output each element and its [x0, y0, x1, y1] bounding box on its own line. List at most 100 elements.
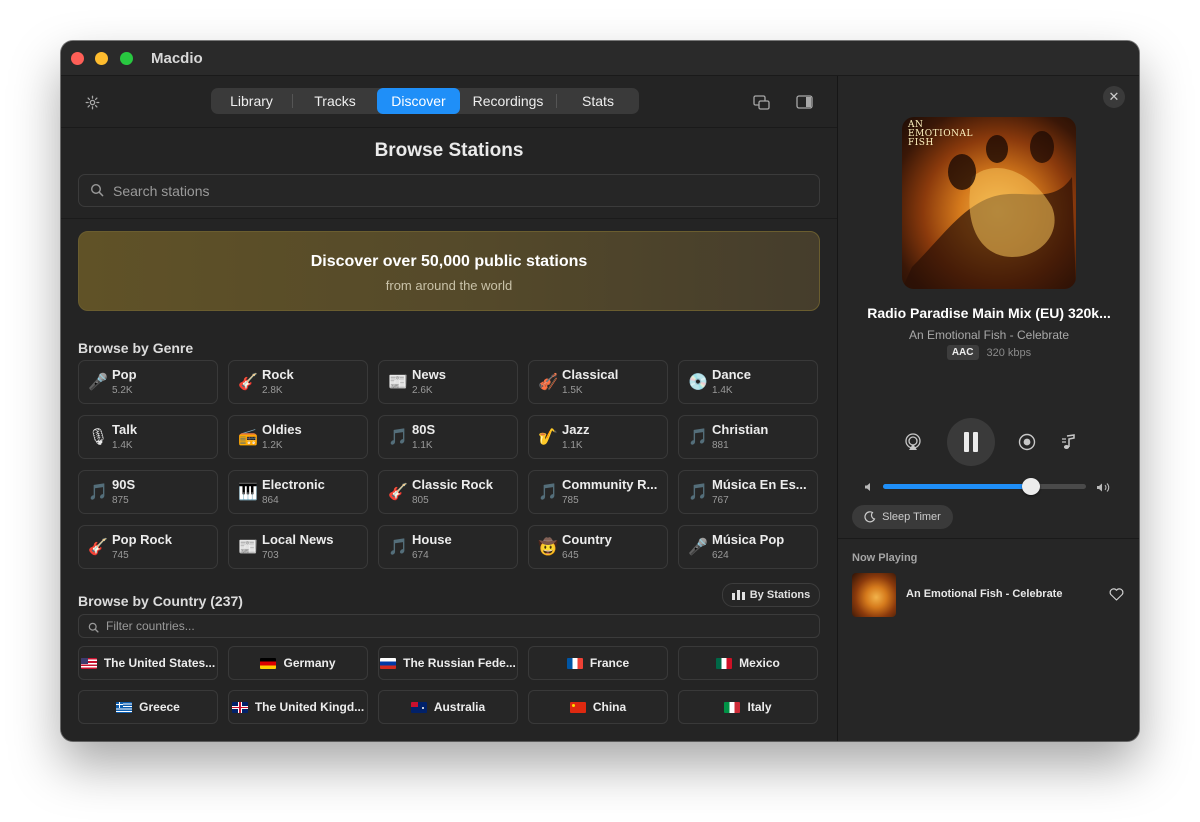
genre-count: 875: [112, 495, 129, 506]
country-card[interactable]: The United Kingd...: [228, 690, 368, 724]
sort-label: By Stations: [749, 589, 811, 601]
country-name: Australia: [433, 700, 486, 714]
stream-info: AAC 320 kbps: [838, 345, 1139, 360]
search-placeholder: Search stations: [113, 183, 210, 199]
filter-placeholder: Filter countries...: [106, 619, 195, 633]
genre-card[interactable]: 🎸 Pop Rock 745: [78, 525, 218, 569]
genre-icon: 🎵: [88, 484, 108, 501]
tab-recordings[interactable]: Recordings: [460, 88, 556, 114]
sleep-timer-label: Sleep Timer: [882, 511, 941, 523]
divider: [61, 218, 837, 219]
genre-name: Christian: [712, 422, 769, 437]
genre-card[interactable]: 🤠 Country 645: [528, 525, 668, 569]
gear-icon[interactable]: [83, 93, 101, 111]
zoom-window-button[interactable]: [120, 52, 133, 65]
player-pane: ✕ AN EMOTIONAL FISH Radio Paradise Main …: [837, 76, 1139, 741]
genre-count: 864: [262, 495, 279, 506]
genre-card[interactable]: 🎤 Música Pop 624: [678, 525, 818, 569]
search-input[interactable]: Search stations: [78, 174, 820, 207]
genre-name: House: [412, 532, 452, 547]
page-title: Browse Stations: [374, 140, 524, 161]
genre-count: 645: [562, 550, 579, 561]
tab-stats[interactable]: Stats: [557, 88, 639, 114]
genre-card[interactable]: 🎵 House 674: [378, 525, 518, 569]
genre-card[interactable]: 🎻 Classical 1.5K: [528, 360, 668, 404]
genre-card[interactable]: 🎵 Música En Es... 767: [678, 470, 818, 514]
country-card[interactable]: France: [528, 646, 668, 680]
app-window: Macdio Library Tracks Discover Recording…: [61, 41, 1139, 741]
station-title: Radio Paradise Main Mix (EU) 320k...: [867, 305, 1111, 321]
genre-card[interactable]: 🎷 Jazz 1.1K: [528, 415, 668, 459]
sidebar-toggle-icon[interactable]: [794, 92, 814, 112]
genre-card[interactable]: 🎤 Pop 5.2K: [78, 360, 218, 404]
genre-icon: 🎵: [388, 539, 408, 556]
genre-icon: 📰: [388, 374, 408, 391]
country-card[interactable]: Mexico: [678, 646, 818, 680]
album-art-title: AN EMOTIONAL FISH: [908, 120, 973, 148]
genre-name: Música Pop: [712, 532, 785, 547]
tab-library[interactable]: Library: [211, 88, 292, 114]
genre-card[interactable]: 🎵 80S 1.1K: [378, 415, 518, 459]
codec-badge: AAC: [946, 345, 979, 360]
discover-banner[interactable]: Discover over 50,000 public stations fro…: [78, 231, 820, 311]
genre-card[interactable]: 🎵 Christian 881: [678, 415, 818, 459]
now-playing-thumbnail: [852, 573, 896, 617]
genre-name: Pop Rock: [112, 532, 172, 547]
country-card[interactable]: Italy: [678, 690, 818, 724]
sort-by-stations-button[interactable]: By Stations: [722, 583, 820, 607]
flag-icon: [716, 657, 733, 669]
title-bar: Macdio: [61, 41, 1139, 76]
genre-card[interactable]: 📻 Oldies 1.2K: [228, 415, 368, 459]
country-card[interactable]: Germany: [228, 646, 368, 680]
genre-card[interactable]: 🎹 Electronic 864: [228, 470, 368, 514]
now-playing-track: An Emotional Fish - Celebrate: [906, 588, 1063, 600]
genre-card[interactable]: 💿 Dance 1.4K: [678, 360, 818, 404]
genre-icon: 🎸: [238, 374, 258, 391]
mini-player-icon[interactable]: [751, 92, 771, 112]
tab-discover[interactable]: Discover: [377, 88, 460, 114]
genre-card[interactable]: 🎵 90S 875: [78, 470, 218, 514]
country-card[interactable]: China: [528, 690, 668, 724]
genre-name: Pop: [112, 367, 137, 382]
minimize-window-button[interactable]: [95, 52, 108, 65]
moon-icon: [864, 511, 876, 523]
genre-card[interactable]: 🎸 Classic Rock 805: [378, 470, 518, 514]
volume-high-icon: [1094, 479, 1112, 495]
genre-card[interactable]: 📰 Local News 703: [228, 525, 368, 569]
genre-card[interactable]: 🎵 Community R... 785: [528, 470, 668, 514]
genre-icon: 📰: [238, 539, 258, 556]
close-window-button[interactable]: [71, 52, 84, 65]
country-card[interactable]: The Russian Fede...: [378, 646, 518, 680]
genre-name: Electronic: [262, 477, 325, 492]
genre-card[interactable]: 🎸 Rock 2.8K: [228, 360, 368, 404]
sleep-timer-button[interactable]: Sleep Timer: [852, 505, 953, 529]
country-name: China: [592, 700, 627, 714]
country-card[interactable]: The United States...: [78, 646, 218, 680]
genre-icon: 🎵: [538, 484, 558, 501]
genre-section-title: Browse by Genre: [78, 340, 194, 356]
country-filter-input[interactable]: Filter countries...: [78, 614, 820, 638]
country-name: Germany: [283, 656, 336, 670]
heart-icon[interactable]: [1105, 583, 1127, 605]
close-icon[interactable]: ✕: [1103, 86, 1125, 108]
country-card[interactable]: Greece: [78, 690, 218, 724]
genre-card[interactable]: 📰 News 2.6K: [378, 360, 518, 404]
toolbar: Library Tracks Discover Recordings Stats: [61, 76, 837, 128]
volume-fill: [883, 484, 1032, 489]
genre-name: 80S: [412, 422, 436, 437]
genre-card[interactable]: 🎙 Talk 1.4K: [78, 415, 218, 459]
music-note-icon[interactable]: [1058, 432, 1078, 452]
volume-knob[interactable]: [1022, 478, 1041, 495]
airplay-icon[interactable]: [903, 432, 923, 452]
now-playing-item[interactable]: An Emotional Fish - Celebrate: [852, 573, 1130, 617]
flag-icon: [80, 657, 97, 669]
genre-name: Rock: [262, 367, 294, 382]
pause-button[interactable]: [947, 418, 995, 466]
country-card[interactable]: Australia: [378, 690, 518, 724]
genre-icon: 🎹: [238, 484, 258, 501]
app-title: Macdio: [151, 50, 203, 67]
record-icon[interactable]: [1017, 432, 1037, 452]
tab-tracks[interactable]: Tracks: [293, 88, 377, 114]
genre-icon: 🎻: [538, 374, 558, 391]
volume-slider[interactable]: [883, 478, 1086, 495]
